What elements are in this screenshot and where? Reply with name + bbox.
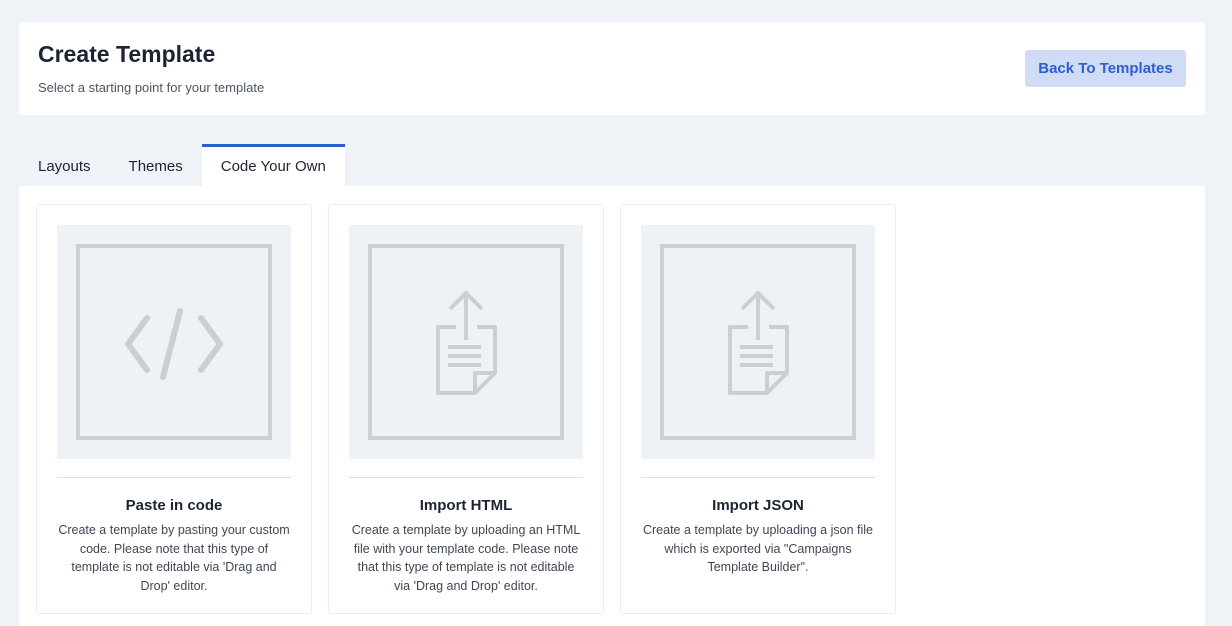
card-description: Create a template by uploading an HTML f… (351, 523, 581, 593)
import-json-card[interactable]: Import JSON Create a template by uploadi… (620, 204, 896, 614)
tab-themes[interactable]: Themes (110, 144, 202, 186)
page-header: Create Template Select a starting point … (19, 22, 1205, 115)
import-html-card[interactable]: Import HTML Create a template by uploadi… (328, 204, 604, 614)
back-to-templates-button[interactable]: Back To Templates (1025, 50, 1186, 87)
card-title: Import JSON (712, 497, 804, 514)
tab-layouts[interactable]: Layouts (19, 144, 110, 186)
card-divider (641, 477, 875, 478)
card-description: Create a template by uploading a json fi… (642, 523, 873, 574)
code-icon (76, 244, 272, 440)
card-thumbnail (57, 225, 291, 459)
upload-file-icon (368, 244, 564, 440)
card-title: Import HTML (419, 497, 513, 514)
tab-code-your-own[interactable]: Code Your Own (201, 144, 345, 186)
page-title: Create Template (38, 41, 216, 67)
card-description: Create a template by pasting your custom… (58, 523, 290, 593)
card-divider (57, 477, 291, 478)
tab-content-panel: Paste in code Create a template by pasti… (19, 186, 1205, 626)
page-subtitle: Select a starting point for your templat… (38, 80, 265, 95)
upload-file-icon (660, 244, 856, 440)
card-title: Paste in code (125, 497, 223, 514)
paste-in-code-card[interactable]: Paste in code Create a template by pasti… (36, 204, 312, 614)
card-thumbnail (349, 225, 583, 459)
card-thumbnail (641, 225, 875, 459)
template-tabs: Layouts Themes Code Your Own (19, 144, 345, 186)
card-divider (349, 477, 583, 478)
